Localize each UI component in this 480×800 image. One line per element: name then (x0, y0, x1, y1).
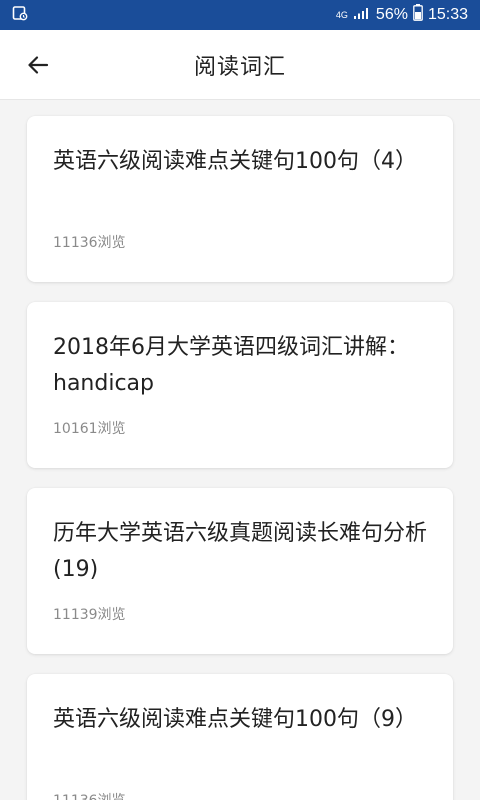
notification-icon (12, 5, 28, 25)
article-title: 历年大学英语六级真题阅读长难句分析(19) (53, 521, 427, 582)
article-view-count: 10161浏览 (53, 421, 126, 437)
page-title: 阅读词汇 (193, 54, 286, 80)
article-title: 英语六级阅读难点关键句100句（4） (53, 149, 417, 174)
article-card[interactable]: 历年大学英语六级真题阅读长难句分析(19) 11139浏览 (27, 488, 453, 654)
status-bar: 4G 56% 15:33 (0, 0, 480, 30)
article-card[interactable]: 2018年6月大学英语四级词汇讲解：handicap 10161浏览 (27, 302, 453, 468)
article-view-count: 11136浏览 (53, 235, 126, 251)
article-title: 英语六级阅读难点关键句100句（9） (53, 707, 417, 732)
article-title: 2018年6月大学英语四级词汇讲解：handicap (53, 335, 409, 396)
status-right: 4G 56% 15:33 (331, 4, 468, 26)
clock: 15:33 (427, 6, 468, 23)
article-view-count: 11136浏览 (53, 790, 427, 800)
network-type-label: 4G (335, 9, 348, 20)
app-header: 阅读词汇 (0, 30, 480, 100)
article-view-count: 11139浏览 (53, 607, 126, 623)
status-left (12, 5, 28, 25)
signal-icon (353, 6, 371, 25)
article-card[interactable]: 英语六级阅读难点关键句100句（9） 11136浏览 (27, 674, 453, 800)
arrow-left-icon (28, 56, 49, 74)
article-card[interactable]: 英语六级阅读难点关键句100句（4） 11136浏览 (27, 116, 453, 282)
article-list[interactable]: 英语六级阅读难点关键句100句（4） 11136浏览 2018年6月大学英语四级… (0, 100, 480, 800)
battery-percent: 56% (375, 6, 408, 23)
back-button[interactable] (22, 49, 54, 81)
battery-icon (413, 4, 423, 26)
